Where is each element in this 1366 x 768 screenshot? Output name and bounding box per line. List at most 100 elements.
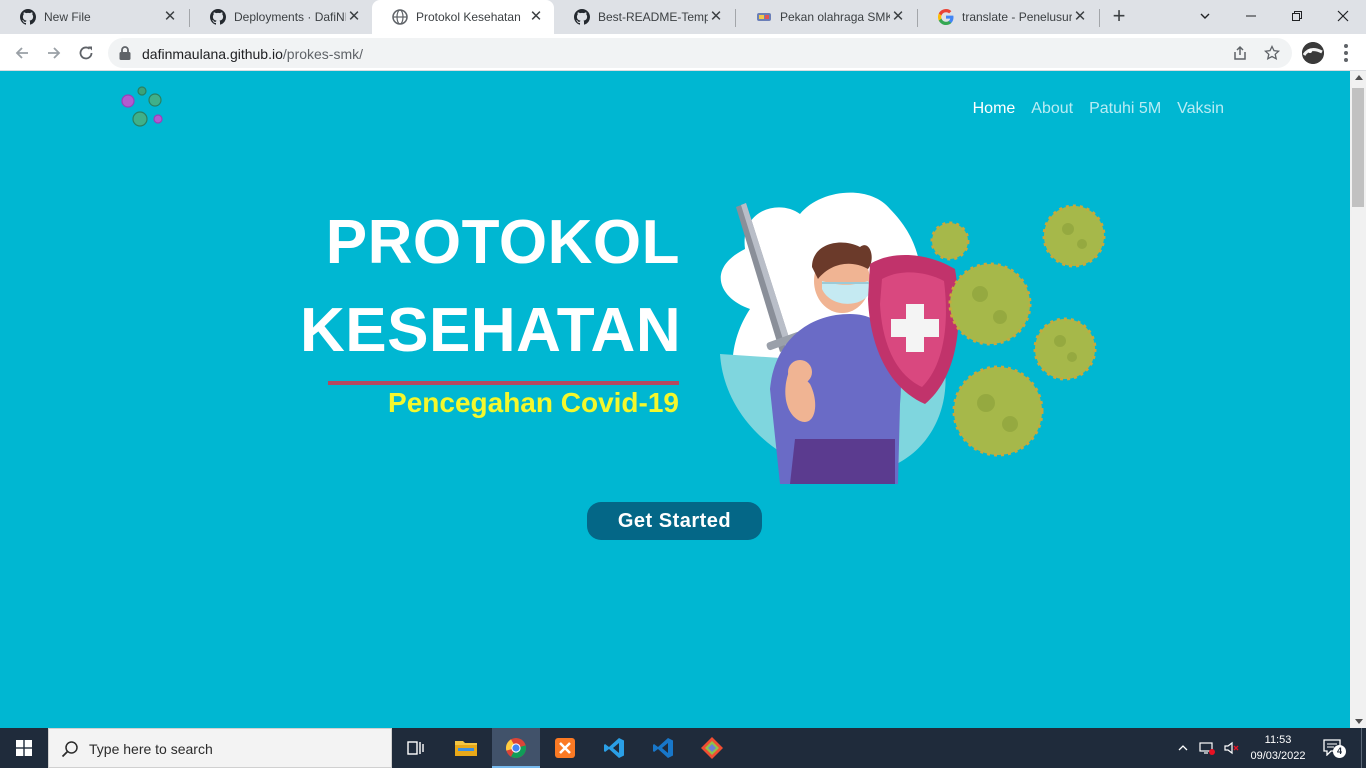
file-explorer-icon	[455, 741, 477, 756]
lock-icon[interactable]	[118, 45, 132, 61]
windows-logo-icon	[16, 740, 32, 756]
tab-pekan-olahraga[interactable]: Pekan olahraga SMK N ✕	[736, 0, 916, 34]
bookmark-button[interactable]	[1262, 43, 1282, 63]
globe-icon	[392, 9, 408, 25]
system-clock[interactable]: 11:53 09/03/2022	[1246, 732, 1310, 764]
url-text[interactable]: dafinmaulana.github.io/prokes-smk/	[142, 46, 363, 62]
arrow-left-icon	[15, 47, 28, 59]
url-domain: dafinmaulana.github.io	[142, 46, 283, 62]
tab-close-icon[interactable]: ✕	[162, 9, 178, 25]
browser-toolbar: dafinmaulana.github.io/prokes-smk/	[0, 34, 1366, 71]
tab-title: Pekan olahraga SMK N	[780, 10, 890, 24]
file-explorer-button[interactable]	[442, 728, 490, 768]
task-view-button[interactable]	[392, 728, 440, 768]
virus-logo-icon[interactable]	[116, 85, 168, 131]
get-started-button[interactable]: Get Started	[587, 502, 762, 540]
avatar[interactable]	[1302, 42, 1324, 64]
windows-taskbar: Type here to search 11:53 09/03/2022 4	[0, 728, 1366, 768]
browser-menu-button[interactable]	[1338, 41, 1354, 65]
close-icon	[1337, 10, 1349, 22]
back-button[interactable]	[10, 41, 34, 65]
scroll-down-icon[interactable]	[1355, 719, 1363, 724]
nav-vaksin[interactable]: Vaksin	[1177, 100, 1224, 118]
tab-close-icon[interactable]: ✕	[708, 9, 724, 25]
git-icon	[701, 737, 723, 759]
forward-button[interactable]	[42, 41, 66, 65]
hero-divider	[328, 381, 679, 385]
start-button[interactable]	[0, 728, 48, 768]
tab-title: New File	[44, 10, 91, 24]
google-icon	[938, 9, 954, 25]
taskbar-search-input[interactable]: Type here to search	[48, 728, 392, 768]
minimize-icon	[1246, 15, 1256, 17]
tab-close-icon[interactable]: ✕	[1072, 9, 1088, 25]
tab-close-icon[interactable]: ✕	[346, 9, 362, 25]
web-page: Home About Patuhi 5M Vaksin PROTOKOL KES…	[0, 71, 1350, 728]
site-icon	[757, 13, 771, 21]
scroll-up-icon[interactable]	[1355, 75, 1363, 80]
tab-title: Best-README-Templa	[598, 10, 708, 24]
reload-icon	[79, 46, 93, 60]
task-view-icon	[407, 741, 424, 755]
tab-close-icon[interactable]: ✕	[890, 9, 906, 25]
search-icon	[61, 741, 78, 758]
vscode-insiders-button[interactable]	[639, 728, 687, 768]
arrow-right-icon	[48, 47, 61, 59]
vscode-icon	[604, 738, 624, 758]
show-desktop-button[interactable]	[1361, 728, 1362, 768]
chrome-icon	[505, 738, 527, 759]
tab-translate[interactable]: translate - Penelusura ✕	[918, 0, 1098, 34]
tab-search-button[interactable]	[1192, 4, 1218, 28]
tab-close-icon[interactable]: ✕	[528, 9, 544, 25]
notification-count-badge: 4	[1333, 745, 1346, 758]
share-icon	[1234, 45, 1246, 60]
vscode-insiders-icon	[653, 738, 673, 758]
nav-home[interactable]: Home	[973, 100, 1016, 118]
restore-button[interactable]	[1284, 4, 1310, 28]
hero-illustration	[720, 192, 1106, 484]
page-scrollbar[interactable]	[1350, 71, 1366, 728]
close-window-button[interactable]	[1330, 4, 1356, 28]
clock-time: 11:53	[1264, 734, 1292, 746]
main-navigation: Home About Patuhi 5M Vaksin	[973, 100, 1224, 118]
tab-new-file[interactable]: New File ✕	[0, 0, 188, 34]
address-bar[interactable]: dafinmaulana.github.io/prokes-smk/	[108, 38, 1292, 68]
git-button[interactable]	[688, 728, 736, 768]
xampp-button[interactable]	[541, 728, 589, 768]
hero-subtitle: Pencegahan Covid-19	[388, 387, 679, 418]
github-icon	[210, 9, 226, 25]
tab-protokol-kesehatan[interactable]: Protokol Kesehatan ✕	[372, 0, 554, 34]
nav-about[interactable]: About	[1031, 100, 1073, 118]
tab-title: Protokol Kesehatan	[416, 10, 521, 24]
minimize-button[interactable]	[1238, 4, 1264, 28]
clock-date: 09/03/2022	[1250, 750, 1306, 762]
chevron-up-icon	[1178, 745, 1188, 751]
new-tab-button[interactable]: +	[1109, 5, 1129, 27]
network-button[interactable]	[1198, 739, 1216, 757]
xampp-icon	[555, 738, 575, 758]
volume-muted-icon	[1224, 741, 1239, 755]
nav-patuhi-5m[interactable]: Patuhi 5M	[1089, 100, 1161, 118]
tab-best-readme[interactable]: Best-README-Templa ✕	[554, 0, 734, 34]
browser-tab-strip: New File ✕ Deployments · DafiNM ✕ Protok…	[0, 0, 1366, 34]
star-icon	[1264, 45, 1280, 61]
scroll-thumb[interactable]	[1352, 88, 1364, 207]
search-placeholder: Type here to search	[89, 741, 213, 757]
reload-button[interactable]	[74, 41, 98, 65]
chevron-down-icon	[1200, 13, 1210, 19]
tray-overflow-button[interactable]	[1174, 739, 1192, 757]
share-button[interactable]	[1230, 43, 1250, 63]
restore-icon	[1292, 11, 1302, 21]
volume-button[interactable]	[1222, 739, 1240, 757]
hero-title-line-1: PROTOKOL	[325, 208, 680, 277]
network-icon	[1199, 742, 1215, 755]
tab-title: Deployments · DafiNM	[234, 10, 346, 24]
chrome-button[interactable]	[492, 728, 540, 768]
github-icon	[574, 9, 590, 25]
tab-deployments[interactable]: Deployments · DafiNM ✕	[190, 0, 372, 34]
hero-title-line-2: KESEHATAN	[300, 296, 682, 365]
tab-separator	[1099, 9, 1100, 27]
vscode-button[interactable]	[590, 728, 638, 768]
hero-title: PROTOKOL KESEHATAN	[300, 199, 682, 375]
action-center-button[interactable]: 4	[1322, 738, 1346, 758]
